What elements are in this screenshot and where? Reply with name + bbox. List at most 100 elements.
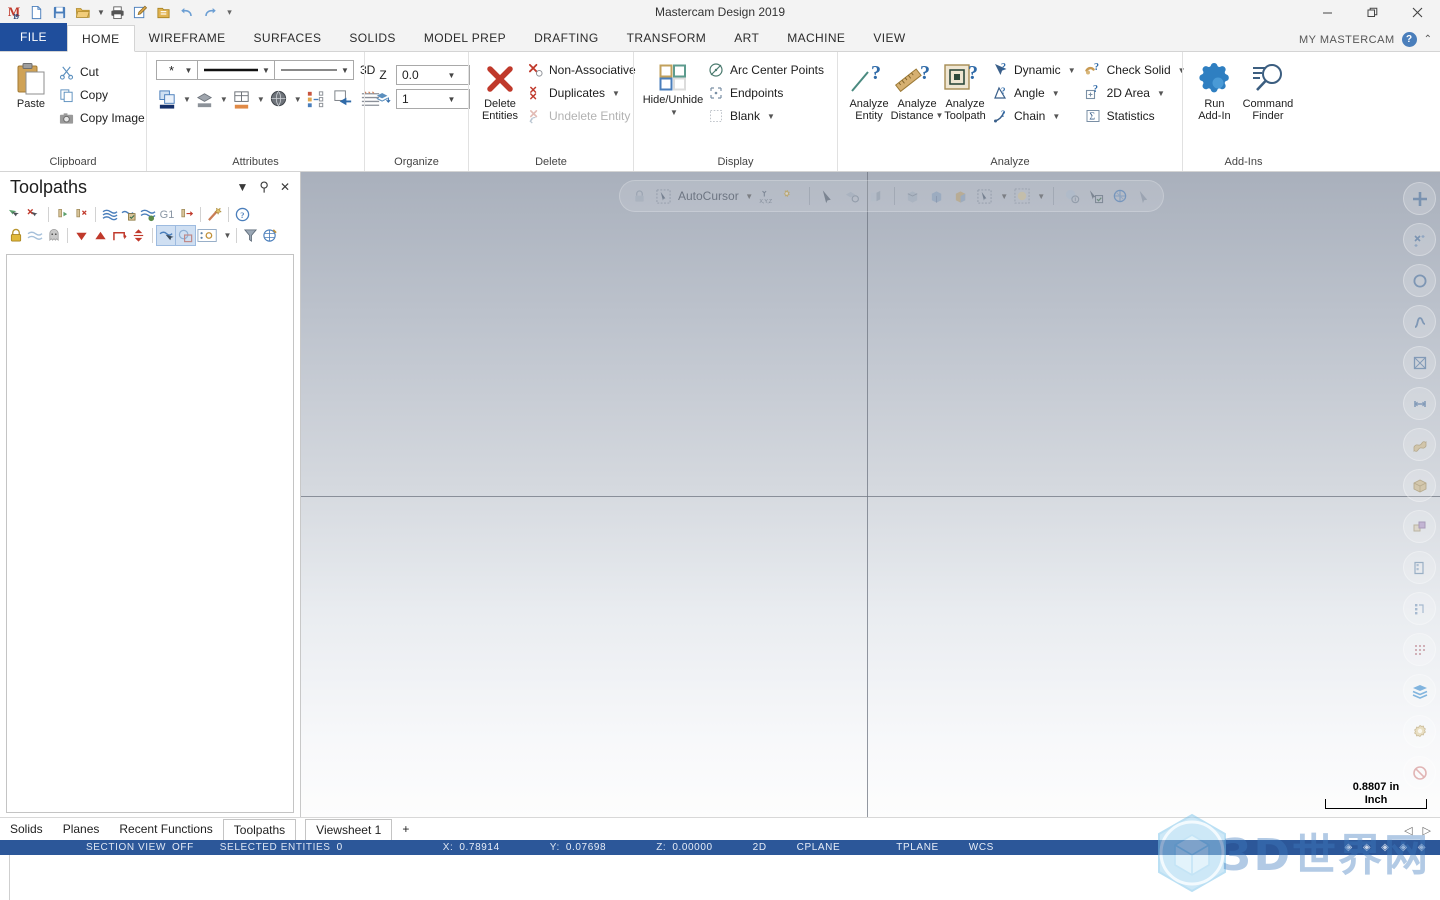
machine-group-icon[interactable] — [260, 226, 279, 245]
tab-drafting[interactable]: DRAFTING — [520, 24, 613, 51]
solid-shade-icon[interactable] — [1403, 551, 1436, 584]
analyze-dynamic-dropdown-icon[interactable]: ▼ — [1068, 66, 1076, 75]
rotate-view-icon[interactable] — [1109, 185, 1131, 207]
shading-solid-icon[interactable] — [902, 185, 924, 207]
help-icon[interactable]: ? — [233, 205, 252, 224]
bottom-tab-planes[interactable]: Planes — [53, 818, 110, 840]
set-attributes-dropdown-icon[interactable]: ▼ — [257, 95, 265, 104]
clear-colors-button[interactable] — [304, 87, 329, 112]
g1-post-icon[interactable]: G1 — [157, 205, 177, 224]
file-properties-icon[interactable] — [153, 2, 174, 23]
move-up-icon[interactable] — [91, 226, 110, 245]
copy-button[interactable]: Copy — [55, 84, 151, 106]
options-icon[interactable] — [195, 226, 221, 245]
toggle-tree-icon[interactable] — [175, 225, 196, 246]
select-all-toolpaths-icon[interactable] — [6, 205, 25, 224]
customize-qat-icon[interactable]: ▾ — [222, 2, 235, 23]
close-button[interactable] — [1395, 0, 1440, 24]
status-wcs[interactable]: WCS — [969, 842, 994, 853]
restore-button[interactable] — [1350, 0, 1395, 24]
select-solid-face-icon[interactable] — [865, 185, 887, 207]
undelete-entity-button[interactable]: Undelete Entity — [524, 105, 642, 127]
check-solid-button[interactable]: ? Check Solid ▼ — [1082, 59, 1192, 81]
level-input[interactable]: 1 ▼ — [396, 89, 470, 109]
set-attributes-button[interactable] — [230, 87, 253, 112]
tab-view[interactable]: VIEW — [859, 24, 919, 51]
set-level-button[interactable] — [193, 87, 216, 112]
new-file-icon[interactable] — [26, 2, 47, 23]
mesh-toggle-icon[interactable] — [1403, 633, 1436, 666]
verify-icon[interactable] — [119, 205, 138, 224]
set-level-dropdown-icon[interactable]: ▼ — [220, 95, 228, 104]
open-file-dropdown-icon[interactable]: ▼ — [95, 2, 105, 23]
status-cplane[interactable]: CPLANE — [797, 842, 841, 853]
analyze-angle-button[interactable]: ? Angle ▼ — [989, 82, 1082, 104]
lock-icon[interactable] — [6, 226, 25, 245]
deselect-all-toolpaths-icon[interactable] — [25, 205, 44, 224]
toolpath-wizard-icon[interactable] — [205, 205, 224, 224]
tab-machine[interactable]: MACHINE — [773, 24, 859, 51]
hide-unhide-dropdown-icon[interactable]: ▼ — [670, 107, 678, 119]
xyz-point-icon[interactable]: X,Y,Z — [756, 185, 778, 207]
fit-screen-icon[interactable] — [1403, 182, 1436, 215]
bottom-tab-solids[interactable]: Solids — [0, 818, 53, 840]
tab-home[interactable]: HOME — [66, 25, 135, 52]
run-addin-button[interactable]: Run Add-In — [1190, 58, 1239, 124]
verify-selection-icon[interactable] — [1085, 185, 1107, 207]
dynamic-rotate-icon[interactable] — [1403, 305, 1436, 338]
tab-model-prep[interactable]: MODEL PREP — [410, 24, 520, 51]
pick-icon[interactable] — [1133, 185, 1155, 207]
redo-icon[interactable] — [199, 2, 220, 23]
bottom-tab-recent-functions[interactable]: Recent Functions — [109, 818, 222, 840]
set-material-button[interactable] — [267, 87, 290, 112]
save-icon[interactable] — [49, 2, 70, 23]
autocursor-dropdown-icon[interactable]: ▼ — [743, 185, 754, 207]
minimize-button[interactable] — [1305, 0, 1350, 24]
level-icon[interactable] — [375, 90, 391, 108]
copy-attributes-button[interactable] — [331, 87, 356, 112]
z-depth-input[interactable]: 0.0 ▼ — [396, 65, 470, 85]
blank-button[interactable]: Blank ▼ — [705, 105, 830, 127]
regenerate-selected-icon[interactable] — [53, 205, 72, 224]
arc-center-points-button[interactable]: Arc Center Points — [705, 59, 830, 81]
status-mode[interactable]: 2D — [753, 842, 767, 853]
status-tplane[interactable]: TPLANE — [896, 842, 939, 853]
select-shaded-icon[interactable] — [841, 185, 863, 207]
simulate-icon[interactable] — [138, 205, 157, 224]
close-icon[interactable]: ✕ — [280, 180, 290, 194]
no-display-icon[interactable] — [1403, 756, 1436, 789]
analyze-angle-dropdown-icon[interactable]: ▼ — [1052, 89, 1060, 98]
edit-note-icon[interactable] — [130, 2, 151, 23]
analyze-dynamic-button[interactable]: ? Dynamic ▼ — [989, 59, 1082, 81]
selection-mask-dropdown-icon[interactable]: ▼ — [1035, 185, 1046, 207]
regenerate-invalid-icon[interactable] — [72, 205, 91, 224]
tab-art[interactable]: ART — [720, 24, 773, 51]
move-down-icon[interactable] — [72, 226, 91, 245]
analyze-chain-dropdown-icon[interactable]: ▼ — [1052, 112, 1060, 121]
shading-wireframe-icon[interactable] — [926, 185, 948, 207]
zoom-window-icon[interactable] — [1403, 223, 1436, 256]
undo-icon[interactable] — [176, 2, 197, 23]
high-speed-icon[interactable] — [177, 205, 196, 224]
area-2d-dropdown-icon[interactable]: ▼ — [1157, 89, 1165, 98]
unzoom-icon[interactable] — [1403, 387, 1436, 420]
line-style-combo[interactable]: ▼ — [197, 60, 275, 80]
duplicates-button[interactable]: Duplicates ▼ — [524, 82, 642, 104]
viewsheet-tab-1[interactable]: Viewsheet 1 — [305, 819, 393, 841]
shade-cube-icon[interactable] — [1403, 469, 1436, 502]
cut-button[interactable]: Cut — [55, 61, 151, 83]
tab-wireframe[interactable]: WIREFRAME — [135, 24, 240, 51]
settings-icon[interactable] — [1403, 715, 1436, 748]
pin-icon[interactable]: ⚲ — [259, 179, 269, 195]
levels-icon[interactable] — [1403, 674, 1436, 707]
area-2d-button[interactable]: ? 2D Area ▼ — [1082, 82, 1192, 104]
isometric-view-icon[interactable] — [1403, 346, 1436, 379]
tab-surfaces[interactable]: SURFACES — [240, 24, 336, 51]
set-material-dropdown-icon[interactable]: ▼ — [294, 95, 302, 104]
autocursor-cursor-icon[interactable] — [652, 185, 674, 207]
select-window-dropdown-icon[interactable]: ▼ — [998, 185, 1009, 207]
my-mastercam-link[interactable]: MY MASTERCAM — [1299, 34, 1395, 46]
analyze-chain-button[interactable]: ? Chain ▼ — [989, 105, 1082, 127]
select-all-icon[interactable] — [1061, 185, 1083, 207]
select-entities-icon[interactable] — [156, 225, 177, 246]
